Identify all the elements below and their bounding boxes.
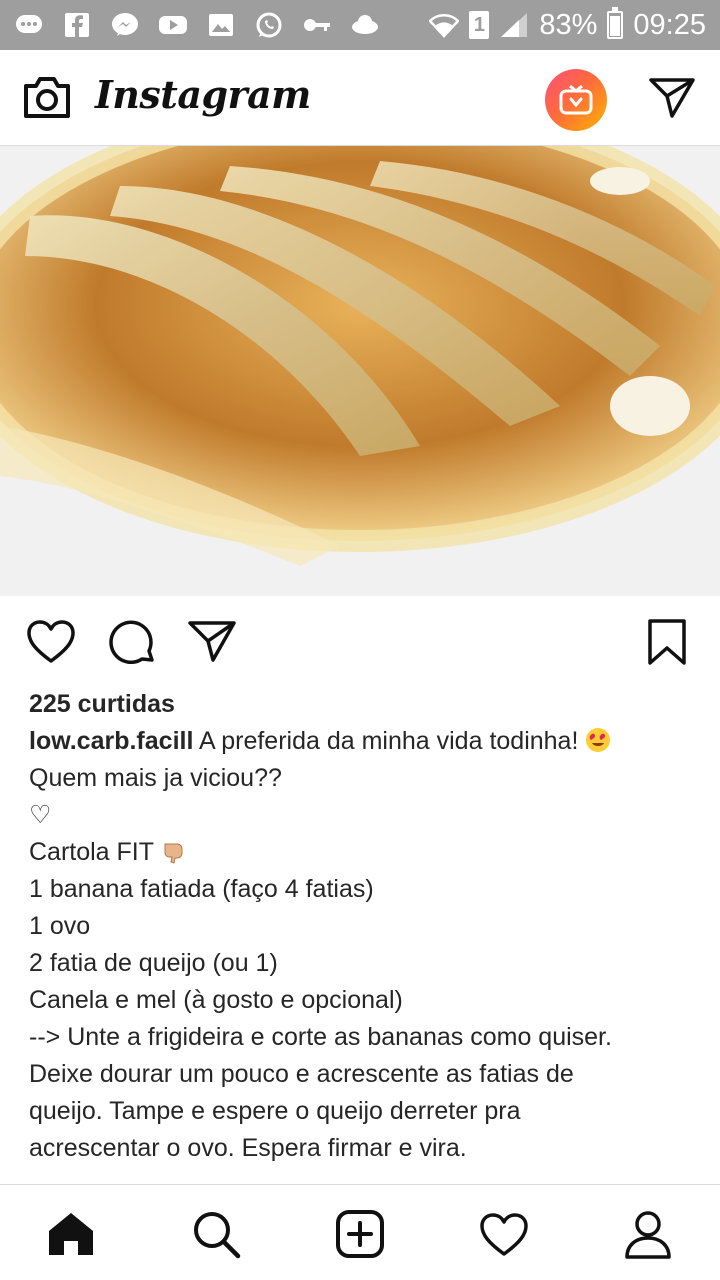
caption-line: Deixe dourar um pouco e acrescente as fa… <box>29 1060 574 1088</box>
facebook-icon <box>62 12 92 38</box>
post-actions <box>0 596 720 686</box>
caption-line: 2 fatia de queijo (ou 1) <box>29 949 278 977</box>
activity-icon[interactable] <box>479 1209 529 1259</box>
comment-icon[interactable] <box>107 618 157 666</box>
app-header: Instagram <box>0 50 720 146</box>
caption-line: ♡ <box>29 801 52 829</box>
sim-slot-badge: 1 <box>469 11 490 39</box>
post-photo[interactable] <box>0 146 720 596</box>
signal-icon <box>499 12 529 38</box>
camera-icon[interactable] <box>22 74 72 120</box>
status-bar: 1 83% 09:25 <box>0 0 720 50</box>
battery-icon <box>607 7 624 39</box>
whatsapp-icon <box>254 12 284 38</box>
caption-line: Quem mais ja viciou?? <box>29 764 282 792</box>
instagram-logo: Instagram <box>95 72 311 117</box>
like-icon[interactable] <box>26 618 76 666</box>
pointing-down-hand-icon <box>164 843 183 864</box>
caption-line: 1 banana fatiada (faço 4 fatias) <box>29 875 374 903</box>
profile-icon[interactable] <box>623 1209 673 1259</box>
messenger-icon <box>110 12 140 38</box>
wifi-icon <box>429 12 460 38</box>
caption-line: --> Unte a frigideira e corte as bananas… <box>29 1023 612 1051</box>
caption-first-line: low.carb.facill A preferida da minha vid… <box>29 723 699 760</box>
caption-line: acrescentar o ovo. Espera firmar e vira. <box>29 1134 467 1162</box>
omelette-banana-photo <box>0 146 720 596</box>
system-status: 1 83% 09:25 <box>429 7 706 42</box>
caption-line-text: Cartola FIT <box>29 838 154 866</box>
caption-line: Cartola FIT <box>29 834 699 871</box>
youtube-icon <box>158 12 188 38</box>
battery-percent: 83% <box>539 8 598 41</box>
search-icon[interactable] <box>191 1209 241 1259</box>
likes-count[interactable]: 225 curtidas <box>29 686 699 723</box>
key-icon <box>302 12 332 38</box>
gallery-icon <box>206 12 236 38</box>
igtv-icon <box>559 85 593 115</box>
bottom-navigation <box>0 1184 720 1280</box>
share-icon[interactable] <box>187 618 237 666</box>
bookmark-icon[interactable] <box>646 618 688 666</box>
post-caption: 225 curtidas low.carb.facill A preferida… <box>29 686 699 1167</box>
notification-icons <box>14 12 380 38</box>
clock: 09:25 <box>633 8 706 41</box>
igtv-button[interactable] <box>545 69 607 131</box>
caption-line: queijo. Tampe e espere o queijo derreter… <box>29 1097 521 1125</box>
post-username[interactable]: low.carb.facill <box>29 727 193 755</box>
caption-line: 1 ovo <box>29 912 91 940</box>
caption-line: Canela e mel (à gosto e opcional) <box>29 986 403 1014</box>
cloud-icon <box>350 12 380 38</box>
new-post-icon[interactable] <box>335 1209 385 1259</box>
heart-eyes-emoji-icon <box>586 728 611 752</box>
direct-message-icon[interactable] <box>648 76 696 120</box>
caption-text: A preferida da minha vida todinha! <box>198 727 579 755</box>
home-icon[interactable] <box>46 1209 96 1259</box>
chat-bubble-icon <box>14 12 44 38</box>
